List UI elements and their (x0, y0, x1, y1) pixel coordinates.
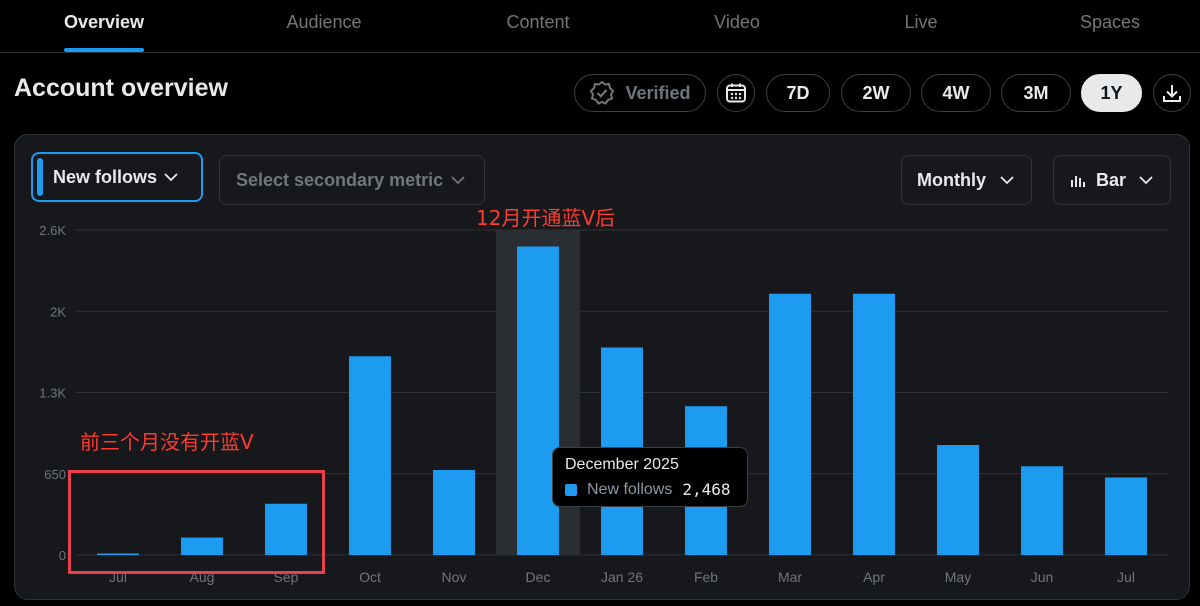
tooltip-series-swatch (565, 483, 577, 496)
tooltip-row: New follows 2,468 (565, 480, 735, 499)
y-tick-label: 0 (59, 548, 66, 563)
annotation-before-verification: 前三个月没有开蓝V (80, 430, 254, 454)
tooltip-metric: New follows (587, 480, 673, 498)
x-tick-label: Jul (1117, 569, 1135, 585)
bar (1105, 477, 1147, 555)
annotation-after-verification: 12月开通蓝V后 (476, 206, 616, 230)
y-tick-label: 2K (50, 304, 66, 319)
bar (517, 246, 559, 555)
bar (1021, 466, 1063, 555)
bar (853, 293, 895, 555)
x-tick-label: May (945, 569, 971, 585)
y-tick-label: 2.6K (39, 223, 66, 238)
x-tick-label: Jun (1031, 569, 1054, 585)
y-tick-label: 1.3K (39, 386, 66, 401)
x-tick-label: Oct (359, 569, 381, 585)
x-tick-label: Mar (778, 569, 802, 585)
annotation-highlight-box (68, 470, 325, 574)
bar (769, 293, 811, 555)
bar (433, 470, 475, 555)
tooltip-title: December 2025 (565, 456, 679, 473)
y-tick-label: 650 (44, 467, 66, 482)
chart-tooltip: December 2025 New follows 2,468 (552, 447, 748, 507)
x-tick-label: Feb (694, 569, 718, 585)
x-tick-label: Dec (526, 569, 551, 585)
tooltip-value: 2,468 (682, 480, 731, 499)
bar (349, 356, 391, 555)
bar (937, 445, 979, 555)
x-tick-label: Jan 26 (601, 569, 643, 585)
x-tick-label: Nov (442, 569, 467, 585)
x-tick-label: Apr (863, 569, 885, 585)
